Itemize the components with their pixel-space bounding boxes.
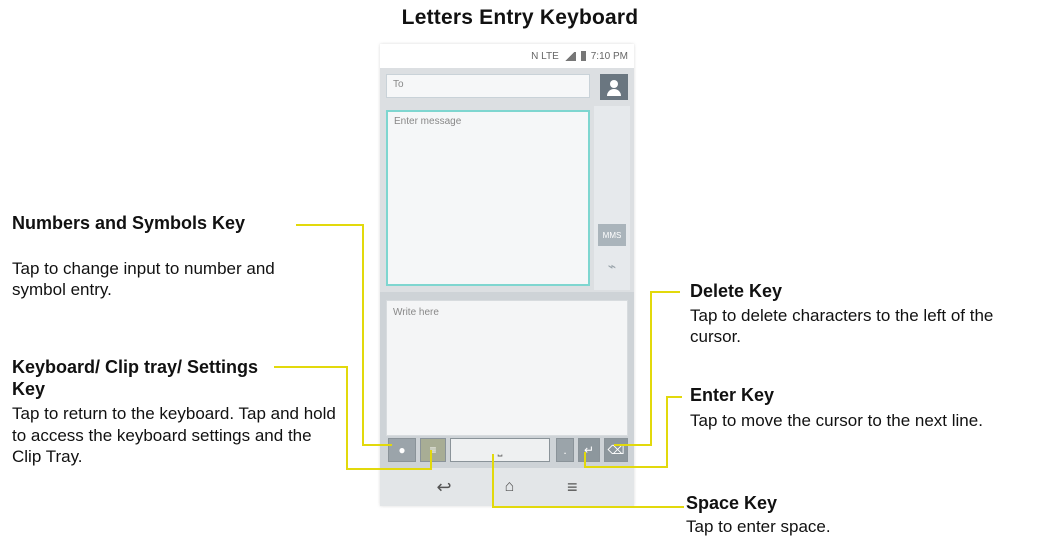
keyboard-clip-settings-key-description: Tap to return to the keyboard. Tap and h… bbox=[12, 404, 336, 466]
leader-line bbox=[296, 224, 364, 226]
space-icon[interactable]: ⎵ bbox=[450, 438, 550, 462]
back-icon[interactable]: ↩ bbox=[436, 477, 451, 498]
leader-line bbox=[614, 444, 652, 446]
leader-line bbox=[584, 452, 586, 468]
leader-line bbox=[492, 454, 494, 508]
phone-screen: N LTE 7:10 PM To Enter message MMS ⌁ Wri… bbox=[380, 44, 634, 506]
message-input[interactable]: Enter message bbox=[386, 110, 590, 286]
numbers-symbols-key-description: Tap to change input to number and symbol… bbox=[12, 259, 275, 299]
status-bar: N LTE 7:10 PM bbox=[380, 44, 634, 68]
leader-line bbox=[362, 444, 392, 446]
leader-line bbox=[668, 396, 682, 398]
status-time: 7:10 PM bbox=[590, 50, 628, 62]
signal-icon bbox=[563, 51, 576, 61]
delete-key-description: Tap to delete characters to the left of … bbox=[690, 306, 994, 346]
leader-line bbox=[274, 366, 348, 368]
period-key[interactable]: . bbox=[556, 438, 574, 462]
keyboard-bottom-row: ● ≡ ⎵ . ↵ ⌫ bbox=[380, 438, 634, 466]
leader-line bbox=[346, 366, 348, 470]
attach-icon[interactable]: ⌁ bbox=[602, 258, 622, 274]
battery-icon bbox=[580, 51, 586, 61]
keyboard-clip-settings-key-heading: Keyboard/ Clip tray/ Settings Key bbox=[12, 357, 259, 399]
enter-key-heading: Enter Key bbox=[690, 385, 775, 405]
home-icon[interactable]: ⌂ bbox=[504, 478, 514, 496]
write-here-field[interactable]: Write here bbox=[386, 300, 628, 436]
status-flags: N LTE bbox=[531, 50, 559, 62]
space-key-heading: Space Key bbox=[686, 493, 778, 513]
numbers-symbols-icon[interactable]: ● bbox=[388, 438, 416, 462]
menu-icon[interactable]: ≡ bbox=[567, 477, 578, 498]
numbers-symbols-key-heading: Numbers and Symbols Key bbox=[12, 213, 246, 233]
delete-key-heading: Delete Key bbox=[690, 281, 783, 301]
leader-line bbox=[346, 468, 432, 470]
leader-line bbox=[584, 466, 668, 468]
enter-key-description: Tap to move the cursor to the next line. bbox=[690, 411, 983, 430]
to-field[interactable]: To bbox=[386, 74, 590, 98]
leader-line bbox=[650, 291, 680, 293]
navigation-bar: ↩ ⌂ ≡ bbox=[380, 468, 634, 506]
mms-button[interactable]: MMS bbox=[598, 224, 626, 246]
space-key-description: Tap to enter space. bbox=[686, 517, 831, 536]
contact-icon[interactable] bbox=[600, 74, 628, 100]
leader-line bbox=[430, 450, 432, 470]
leader-line bbox=[666, 396, 668, 468]
delete-icon[interactable]: ⌫ bbox=[604, 438, 628, 462]
enter-icon[interactable]: ↵ bbox=[578, 438, 600, 462]
page-title: Letters Entry Keyboard bbox=[401, 6, 639, 29]
leader-line bbox=[650, 291, 652, 445]
leader-line bbox=[492, 506, 684, 508]
leader-line bbox=[362, 224, 364, 446]
keyboard-clip-settings-icon[interactable]: ≡ bbox=[420, 438, 446, 462]
